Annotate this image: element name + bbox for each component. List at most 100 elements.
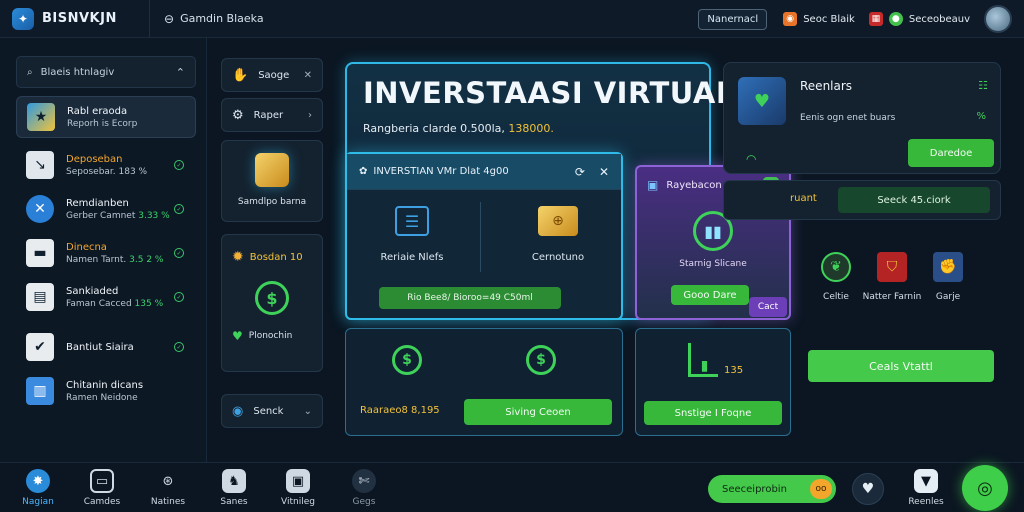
refresh-icon[interactable]: ⟳: [575, 165, 585, 179]
brand[interactable]: ✦ BISNVKJN: [12, 0, 150, 38]
close-icon[interactable]: ✕: [304, 70, 312, 81]
hero-subtitle: Rangberia clarde 0.500la, 138000.: [363, 122, 554, 135]
top-action-button[interactable]: Nanernacl: [698, 8, 768, 30]
right-panel-title: Reenlars: [800, 79, 853, 93]
sidebar-item-2[interactable]: ✕ Remdianben Gerber Camnet 3.33 % ✓: [16, 188, 196, 230]
row-right-field[interactable]: Seeck 45.ciork: [838, 187, 990, 213]
sidebar-item-4[interactable]: ▤ Sankiaded Faman Cacced 135 % ✓: [16, 276, 196, 318]
cact-badge[interactable]: Cact: [749, 297, 787, 317]
saoge-button[interactable]: ✋ Saoge ✕: [221, 58, 323, 92]
bonus-card[interactable]: ✹ Bosdan 10 $ ♥ Plonochin: [221, 234, 323, 372]
heart-check-icon: ♥: [232, 329, 243, 343]
building-icon: ▥: [26, 377, 54, 405]
dollar-cycle-icon: $: [255, 281, 289, 315]
sidebar-item-title: Chitanin dicans: [66, 379, 144, 391]
purple-card-title: Rayebacon: [666, 179, 722, 191]
globe-icon: ✸: [26, 469, 50, 493]
fist-icon: ✊: [933, 252, 963, 282]
wifi-icon: ◠: [746, 152, 757, 166]
sidebar-search-placeholder: Blaeis htnlagiv: [40, 66, 115, 78]
top-item-1[interactable]: ◉ Seoc Blaik: [783, 12, 855, 26]
samdlpo-label: Samdlpo barna: [237, 197, 307, 207]
sidebar-item-3[interactable]: ▬ Dinecna Namen Tarnt. 3.5 2 % ✓: [16, 232, 196, 274]
window-icon: ▭: [90, 469, 114, 493]
nav-item-nagian[interactable]: ✸ Nagian: [8, 469, 68, 507]
card-icon: ▬: [26, 239, 54, 267]
document-icon: ▤: [26, 283, 54, 311]
close-icon[interactable]: ✕: [599, 165, 609, 179]
vault-icon: ♥: [738, 77, 786, 125]
modal-confirm-button[interactable]: Rio Bee8/ Bioroo=49 C50ml: [379, 287, 561, 309]
ceals-vtattl-button[interactable]: Ceals Vtattl: [808, 350, 994, 382]
top-item-2[interactable]: ▦ ● Seceobeauv: [868, 12, 970, 26]
dollar-arrow-icon-left: $: [392, 345, 422, 375]
stack-icon: ☰: [395, 206, 429, 236]
nav-item-camdes[interactable]: ▭ Camdes: [72, 469, 132, 507]
modal-left-option[interactable]: ☰ Reriaie Nlefs: [347, 206, 477, 263]
sidebar-item-sub: Gerber Camnet: [66, 210, 136, 221]
red-shield-icon: ⛉: [877, 252, 907, 282]
fab-button[interactable]: ◎: [962, 465, 1008, 511]
sidebar-item-sub: Faman Cacced: [66, 298, 132, 309]
sidebar-item-0[interactable]: ★ Rabl eraoda Reporh is Ecorp: [16, 96, 196, 138]
sidebar-item-sub: Namen Tarnt.: [66, 254, 127, 265]
investment-modal: ✿ INVERSTIAN VMr Dlat 4g00 ⟳ ✕ ☰ Reriaie…: [345, 152, 623, 320]
natter-item[interactable]: ⛉ Natter Farnin: [862, 252, 922, 302]
bird-icon: ✕: [26, 195, 54, 223]
celtie-item[interactable]: ❦ Celtie: [806, 252, 866, 302]
gooo-dare-button[interactable]: Gooo Dare: [671, 285, 749, 305]
sidebar: ⌕ Blaeis htnlagiv ⌃ ★ Rabl eraoda Reporh…: [0, 38, 207, 462]
garje-item[interactable]: ✊ Garje: [918, 252, 978, 302]
samdlpo-card[interactable]: Samdlpo barna: [221, 140, 323, 222]
check-icon: ✓: [174, 342, 184, 352]
right-panel-row[interactable]: ruant Seeck 45.ciork: [723, 180, 1001, 220]
raper-label: Raper: [253, 109, 284, 121]
puzzle-icon: ✄: [352, 469, 376, 493]
siving-button[interactable]: Siving Ceoen: [464, 399, 612, 425]
search-icon: ⌕: [27, 66, 33, 78]
chart-icon: ↘: [26, 151, 54, 179]
top-item-1-label: Seoc Blaik: [803, 13, 855, 25]
avatar[interactable]: [984, 5, 1012, 33]
gear-icon: ⚙: [232, 107, 244, 123]
sidebar-item-title: Deposeban: [66, 153, 123, 165]
nav-item-gegs[interactable]: ✄ Gegs: [334, 469, 394, 507]
chevron-up-icon[interactable]: ⌃: [176, 66, 185, 79]
sidebar-item-1[interactable]: ↘ Deposeban Seposebar. 183 % ✓: [16, 144, 196, 186]
modal-title: INVERSTIAN VMr Dlat 4g00: [373, 166, 509, 177]
calendar-icon: ▣: [647, 178, 659, 192]
sidebar-item-title: Remdianben: [66, 197, 129, 209]
modal-right-label: Cernotuno: [531, 252, 585, 263]
check-icon: ✓: [174, 248, 184, 258]
nav-item-natines[interactable]: ⊛ Natines: [138, 469, 198, 508]
nav-item-sanes[interactable]: ♞ Sanes: [204, 469, 264, 507]
snstige-button[interactable]: Snstige I Foqne: [644, 401, 782, 425]
sidebar-item-pct: 3.5 2 %: [129, 254, 164, 265]
lower-left-label: Raaraeo8 8,195: [360, 405, 440, 416]
cta-button[interactable]: Seeceiprobin oo: [708, 475, 836, 503]
daredoe-button[interactable]: Daredoe: [908, 139, 994, 167]
heart-button[interactable]: ♥: [852, 473, 884, 505]
sidebar-item-pct: 3.33 %: [138, 210, 170, 221]
search-icon: ⊖: [164, 11, 175, 26]
top-right: Nanernacl ◉ Seoc Blaik ▦ ● Seceobeauv: [698, 0, 1024, 38]
bar-chart-icon: ▮: [688, 343, 718, 377]
lower-right-card: ▮ 135 Snstige I Foqne: [635, 328, 791, 436]
cta-badge: oo: [810, 479, 832, 499]
raper-button[interactable]: ⚙ Raper ›: [221, 98, 323, 132]
modal-right-option[interactable]: ⊕ Cernotuno: [493, 206, 623, 263]
check-icon: ✓: [174, 204, 184, 214]
bottom-nav: ✸ Nagian ▭ Camdes ⊛ Natines ♞ Sanes ▣ Vi…: [0, 462, 1024, 512]
senck-button[interactable]: ◉ Senck ⌄: [221, 394, 323, 428]
sidebar-item-title: Dinecna: [66, 241, 107, 253]
sidebar-search-input[interactable]: ⌕ Blaeis htnlagiv ⌃: [16, 56, 196, 88]
lower-left-card: $ $ Raaraeo8 8,195 Siving Ceoen: [345, 328, 623, 436]
nav-item-vitnileg[interactable]: ▣ Vitnileg: [268, 469, 328, 507]
sidebar-item-sub: Seposebar. 183 %: [66, 166, 148, 177]
quick-panel: ✋ Saoge ✕ ⚙ Raper › Samdlpo barna ✹ Bosd…: [207, 38, 337, 462]
sidebar-item-6[interactable]: ▥ Chitanin dicans Ramen Neidone: [16, 370, 196, 412]
top-search[interactable]: ⊖ Gamdin Blaeka: [164, 12, 264, 26]
nav-item-reenles[interactable]: ▼ Reenles: [896, 469, 956, 507]
sidebar-item-title: Rabl eraoda: [67, 105, 128, 117]
sidebar-item-5[interactable]: ✔ Bantiut Siaira ✓: [16, 326, 196, 368]
